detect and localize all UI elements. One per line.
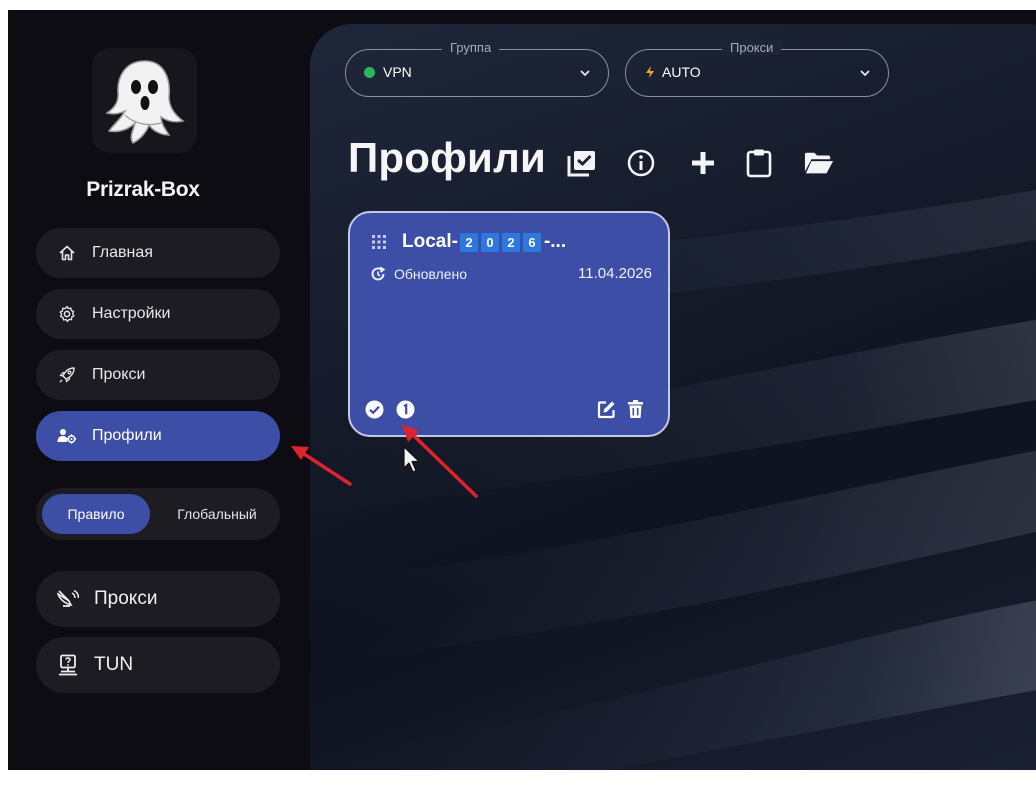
profile-name-digit: 2 [459,232,478,252]
folder-open-icon [804,152,834,174]
main-panel: Группа VPN Прокси AUTO Профили Local- 2 … [310,24,1036,770]
info-icon [627,149,655,177]
profile-updated-date: 11.04.2026 [578,265,652,282]
mode-rule-button[interactable]: Правило [42,494,150,534]
gear-icon [56,303,78,325]
add-profile-button[interactable] [688,148,718,178]
profiles-icon [56,425,78,447]
info-button[interactable] [626,148,656,178]
clipboard-icon [746,149,772,178]
sidebar: Prizrak-Box Главная Настройки Прокси Про… [8,10,308,770]
info-badge-icon [396,400,414,418]
open-folder-button[interactable] [804,148,834,178]
toggle-tun[interactable]: TUN [36,637,280,693]
refresh-icon [371,266,386,280]
select-profile-button[interactable] [364,399,384,419]
profile-name-digit: 6 [522,232,541,252]
ghost-icon [104,59,185,144]
profile-card-title: Local- 2 0 2 6 -... [372,231,566,253]
mode-global-button[interactable]: Глобальный [160,494,274,534]
drag-handle-icon[interactable] [372,235,386,249]
chevron-down-icon [580,70,590,77]
group-select-legend: Группа [442,40,500,55]
group-select[interactable]: Группа VPN [345,40,609,97]
sidebar-item-label: Профили [92,427,162,444]
proxy-select[interactable]: Прокси AUTO [625,40,889,97]
profile-updated-label: Обновлено [394,265,468,282]
sidebar-item-home[interactable]: Главная [36,228,280,278]
sidebar-item-proxy[interactable]: Прокси [36,350,280,400]
rocket-icon [56,364,78,386]
delete-profile-button[interactable] [625,399,645,419]
group-select-value: VPN [383,64,412,80]
edit-icon [597,400,615,418]
page-title: Профили [348,134,546,181]
sidebar-item-label: Главная [92,244,153,261]
bolt-icon [646,66,654,78]
mode-switch: Правило Глобальный [36,488,280,540]
profile-name-prefix: Local- [402,231,458,252]
sidebar-item-settings[interactable]: Настройки [36,289,280,339]
chevron-down-icon [860,70,870,77]
sidebar-item-label: Настройки [92,305,171,322]
plus-icon [692,152,714,174]
profile-updated-row: Обновлено 11.04.2026 [370,265,652,282]
edit-profile-button[interactable] [596,399,616,419]
app-name: Prizrak-Box [86,178,200,201]
toggle-proxy-label: Прокси [94,588,158,609]
trash-icon [627,399,643,418]
profile-card[interactable]: Local- 2 0 2 6 -... Обновлено 11.04.2026 [348,211,670,437]
profile-name-suffix: -... [543,231,567,252]
status-dot-icon [364,66,375,78]
check-circle-icon [365,400,383,418]
select-profiles-button[interactable] [567,148,597,178]
proxy-antenna-icon [56,587,80,611]
app-window: Prizrak-Box Главная Настройки Прокси Про… [8,10,1036,770]
checkbox-list-icon [567,151,595,177]
profile-name-digit: 2 [501,232,520,252]
profile-name-digit: 0 [480,232,499,252]
profile-info-button[interactable] [395,399,415,419]
proxy-select-legend: Прокси [722,40,782,55]
app-logo [92,48,197,153]
home-icon [56,242,78,264]
toggle-tun-label: TUN [94,654,134,675]
sidebar-item-profiles[interactable]: Профили [36,411,280,461]
sidebar-item-label: Прокси [92,366,146,383]
proxy-select-value: AUTO [662,64,701,80]
tun-monitor-icon [56,653,80,677]
toggle-proxy[interactable]: Прокси [36,571,280,627]
paste-clipboard-button[interactable] [744,148,774,178]
